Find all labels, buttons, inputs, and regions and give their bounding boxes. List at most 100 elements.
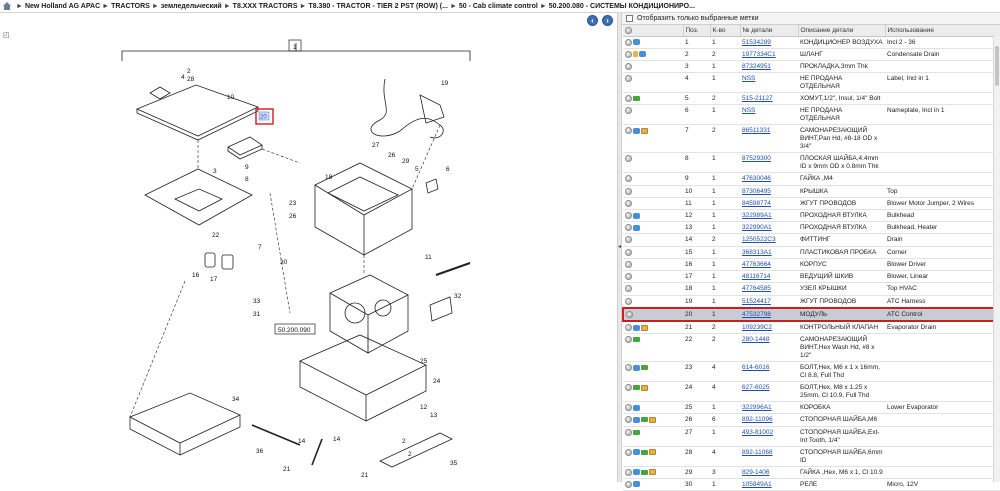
section-label[interactable]: 50.200.090: [278, 327, 311, 334]
row-part-number[interactable]: 322989A1: [740, 209, 798, 223]
info-icon[interactable]: [625, 127, 632, 135]
table-row[interactable]: 29 3 829-1406 ГАЙКА ,Hex, M6 x 1, Cl 10.9: [623, 466, 1000, 479]
arrow-right-icon[interactable]: [641, 365, 648, 371]
info-icon[interactable]: [625, 236, 632, 244]
table-row[interactable]: 22 2 280-1448 САМОНАРЕЗАЮЩИЙ ВИНТ,Hex Wash …: [623, 333, 1000, 363]
table-row[interactable]: 20 1 47532798 МОДУЛЬ ATC Control: [622, 306, 1000, 323]
row-part-number[interactable]: 105849A1: [740, 478, 798, 491]
arrow-right-icon[interactable]: [641, 449, 648, 455]
row-part-number[interactable]: 892-11096: [740, 413, 798, 427]
info-icon[interactable]: [626, 310, 633, 318]
table-row[interactable]: 30 1 105849A1 РЕЛЕ Micro, 12V: [623, 478, 1000, 491]
arrow-right-icon[interactable]: [641, 469, 648, 475]
package-icon[interactable]: [641, 324, 648, 331]
table-row[interactable]: 27 1 493-81002 СТОПОРНАЯ ШАЙБА,Ext-Int Toot…: [623, 426, 1000, 447]
table-row[interactable]: 7 2 86511331 САМОНАРЕЗАЮЩИЙ ВИНТ,Pan Hd, #8…: [623, 124, 1000, 154]
info-icon[interactable]: [625, 364, 632, 372]
interchange-icon[interactable]: [633, 39, 640, 45]
table-row[interactable]: 4 1 NSS НЕ ПРОДАНА ОТДЕЛЬНАЯ Label, Incl in …: [623, 72, 1000, 94]
info-icon[interactable]: [625, 384, 632, 392]
column-header-usage[interactable]: Использование: [885, 25, 1000, 37]
table-row[interactable]: 25 1 322996A1 КОРОБКА Lower Evaporator: [623, 401, 1000, 415]
table-row[interactable]: 26 6 892-11096 СТОПОРНАЯ ШАЙБА,M6: [623, 413, 1000, 427]
breadcrumb-item[interactable]: New Holland AG APAC: [25, 3, 100, 10]
interchange-icon[interactable]: [633, 449, 640, 456]
row-part-number[interactable]: 515-21127: [740, 92, 798, 106]
interchange-icon[interactable]: [633, 481, 640, 488]
show-selected-only-checkbox[interactable]: [626, 15, 633, 22]
info-icon[interactable]: [625, 273, 632, 281]
interchange-icon[interactable]: [633, 127, 640, 134]
table-row[interactable]: 23 4 614-6016 БОЛТ,Hex, M6 x 1 x 16mm, Cl 8…: [623, 361, 1000, 383]
table-row[interactable]: 10 1 87306495 КРЫШКА Top: [623, 185, 1000, 198]
column-header-icons[interactable]: [623, 25, 684, 37]
row-part-number[interactable]: 87324951: [740, 60, 798, 74]
interchange-icon[interactable]: [633, 212, 640, 219]
info-icon[interactable]: [625, 175, 632, 183]
info-icon[interactable]: [625, 155, 632, 163]
row-part-number[interactable]: 109239C2: [740, 321, 798, 335]
row-part-number[interactable]: 614-6016: [740, 361, 798, 383]
row-part-number[interactable]: 87529300: [740, 152, 798, 174]
info-icon[interactable]: [625, 248, 632, 256]
arrow-right-icon[interactable]: [633, 337, 640, 343]
info-icon[interactable]: [625, 50, 632, 58]
package-icon[interactable]: [649, 416, 656, 423]
table-row[interactable]: 21 2 109239C2 КОНТРОЛЬНЫЙ КЛАПАН Evaporator …: [623, 321, 1000, 335]
table-row[interactable]: 1 1 51534289 КОНДИЦИОНЕР ВОЗДУХА Incl 2 - 36: [623, 36, 1000, 49]
row-part-number[interactable]: 1250522C3: [740, 233, 798, 247]
info-icon[interactable]: [625, 404, 632, 412]
table-row[interactable]: 12 1 322989A1 ПРОХОДНАЯ ВТУЛКА Bulkhead: [623, 209, 1000, 223]
table-row[interactable]: 15 1 368313A1 ПЛАСТИКОВАЯ ПРОБКА Corner: [623, 246, 1000, 259]
table-row[interactable]: 3 1 87324951 ПРОКЛАДКА,3mm Thk: [623, 60, 1000, 74]
row-part-number[interactable]: 47764585: [740, 282, 798, 296]
table-row[interactable]: 24 4 627-6025 БОЛТ,Hex, M8 x 1.25 x 25mm, C…: [623, 381, 1000, 403]
breadcrumb-item[interactable]: 50.200.080 - СИСТЕМЫ КОНДИЦИОНИРО...: [549, 3, 695, 10]
row-part-number[interactable]: 829-1406: [740, 466, 798, 479]
breadcrumb-item[interactable]: 50 - Cab climate control: [459, 3, 538, 10]
arrow-right-icon[interactable]: [641, 417, 648, 423]
info-icon[interactable]: [625, 187, 632, 195]
table-scrollbar[interactable]: [993, 36, 1000, 482]
arrow-right-icon[interactable]: [633, 96, 640, 102]
settings-icon[interactable]: [625, 26, 632, 34]
lock-icon[interactable]: [633, 51, 638, 58]
info-icon[interactable]: [625, 260, 632, 268]
breadcrumb-item[interactable]: земледельческий: [161, 3, 222, 10]
interchange-icon[interactable]: [633, 416, 640, 423]
row-part-number[interactable]: 322996A1: [740, 401, 798, 415]
row-part-number[interactable]: 1977334C1: [740, 48, 798, 61]
info-icon[interactable]: [625, 448, 632, 456]
table-row[interactable]: 6 1 NSS НЕ ПРОДАНА ОТДЕЛЬНАЯ Nameplate, Incl…: [623, 104, 1000, 126]
row-part-number[interactable]: 84598774: [740, 197, 798, 211]
row-part-number[interactable]: 86511331: [740, 124, 798, 154]
row-part-number[interactable]: 47763664: [740, 258, 798, 272]
table-row[interactable]: 28 4 892-11068 СТОПОРНАЯ ШАЙБА,6mm ID: [623, 446, 1000, 467]
collapse-arrow-icon[interactable]: ◂: [618, 243, 621, 250]
info-icon[interactable]: [625, 75, 632, 83]
info-icon[interactable]: [625, 212, 632, 220]
interchange-icon[interactable]: [633, 324, 640, 331]
table-row[interactable]: 2 2 1977334C1 ШЛАНГ Condensate Drain: [623, 48, 1000, 61]
highlighted-callout[interactable]: 20: [260, 115, 267, 121]
row-part-number[interactable]: 47630046: [740, 172, 798, 186]
table-row[interactable]: 5 2 515-21127 ХОМУТ,1/2", Insul, 1/4" Bolt: [623, 92, 1000, 106]
interchange-icon[interactable]: [633, 404, 640, 411]
table-row[interactable]: 13 1 322990A1 ПРОХОДНАЯ ВТУЛКА Bulkhead, Hea…: [623, 221, 1000, 235]
table-row[interactable]: 14 2 1250522C3 ФИТТИНГ Drain: [623, 233, 1000, 247]
row-part-number[interactable]: 51534289: [740, 36, 798, 49]
interchange-icon[interactable]: [633, 224, 640, 231]
breadcrumb-item[interactable]: T8.XXX TRACTORS: [233, 3, 298, 10]
breadcrumb-item[interactable]: TRACTORS: [111, 3, 150, 10]
table-row[interactable]: 9 1 47630046 ГАЙКА ,M4: [623, 172, 1000, 186]
row-part-number[interactable]: 48116714: [740, 270, 798, 284]
interchange-icon[interactable]: [633, 469, 640, 476]
arrow-right-icon[interactable]: [633, 429, 640, 435]
row-part-number[interactable]: NSS: [740, 104, 798, 126]
column-header-qty[interactable]: К-во: [710, 25, 741, 37]
column-header-pos[interactable]: Поз.: [683, 25, 711, 37]
info-icon[interactable]: [625, 199, 632, 207]
info-icon[interactable]: [625, 38, 632, 46]
package-icon[interactable]: [641, 384, 648, 391]
table-row[interactable]: 16 1 47763664 КОРПУС Blower Driver: [623, 258, 1000, 272]
